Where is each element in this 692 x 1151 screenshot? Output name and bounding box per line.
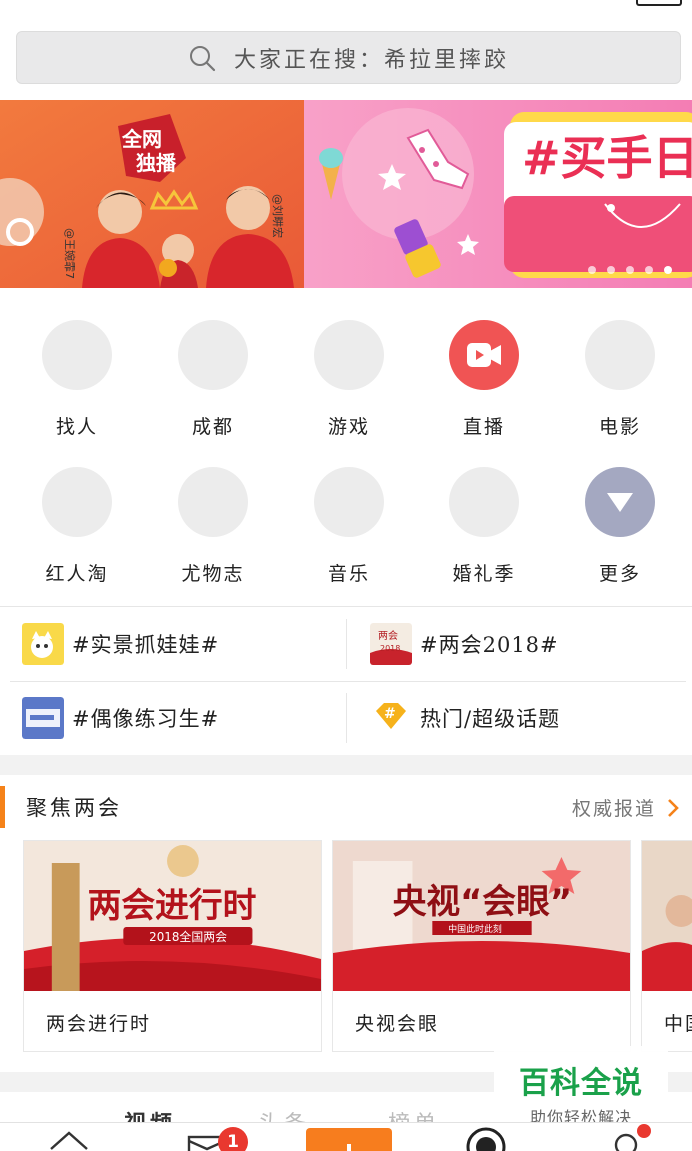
thumb-title: 两会进行时 [88, 886, 257, 925]
focus-card[interactable]: 两会进行时 2018全国两会 两会进行时 [23, 840, 322, 1052]
more-triangle-icon [585, 467, 655, 537]
grid-item-wedding[interactable]: 婚礼季 [416, 467, 552, 586]
thumb-title: 央视“会眼” [393, 882, 572, 921]
card-caption: 两会进行时 [46, 1013, 152, 1035]
grid-label: 音乐 [327, 563, 370, 585]
compose-button[interactable] [306, 1128, 392, 1151]
banner-headline: #买手日 [522, 131, 692, 185]
icon-text: 两会 [378, 629, 398, 642]
discover-icon[interactable] [464, 1123, 508, 1151]
grid-item-live[interactable]: 直播 [416, 320, 552, 439]
card-caption: 央视会眼 [355, 1013, 440, 1035]
section-title: 聚焦两会 [26, 796, 122, 820]
divider [346, 619, 347, 669]
grid-label: 更多 [598, 563, 641, 585]
tag-right: @刘畊宏 [271, 194, 285, 238]
placeholder-icon [42, 320, 112, 390]
topic-idol-trainee[interactable]: #偶像练习生# [22, 681, 219, 755]
topic-text: 热门/超级话题 [420, 707, 561, 731]
grid-item-influencer-shop[interactable]: 红人淘 [9, 467, 145, 586]
idol-trainee-icon [22, 697, 64, 739]
home-icon[interactable] [48, 1123, 90, 1151]
watermark-title: 百科全说 [519, 1066, 643, 1101]
grid-item-chengdu[interactable]: 成都 [145, 320, 281, 439]
card-thumbnail [642, 841, 692, 991]
search-bar[interactable]: 大家正在搜：希拉里摔跤 [16, 31, 681, 84]
divider [10, 681, 686, 682]
placeholder-icon [178, 467, 248, 537]
topic-claw-machine[interactable]: #实景抓娃娃# [22, 607, 219, 681]
banner-carousel[interactable]: 全网 独播 @王婉霏7 @刘畊宏 #买手日 [0, 100, 692, 288]
topic-list: #实景抓娃娃# 两会 2018 #两会2018# #偶像练习生# # 热门/超级… [0, 607, 692, 755]
grid-item-music[interactable]: 音乐 [281, 467, 417, 586]
grid-label: 找人 [55, 416, 98, 438]
topic-lianghui-2018[interactable]: 两会 2018 #两会2018# [370, 607, 559, 681]
topic-text: #两会2018# [420, 633, 559, 657]
hashtag-diamond-icon: # [376, 703, 406, 729]
grid-label: 尤物志 [181, 563, 245, 585]
badge-line-1: 全网 [121, 127, 162, 151]
card-caption: 中国 [664, 1013, 692, 1035]
banner-slide-2[interactable]: #买手日 [304, 100, 692, 288]
card-thumbnail: 央视“会眼” 中国此时此刻 [333, 841, 630, 991]
bottom-nav: 1 [0, 1122, 692, 1151]
svg-text:#: # [384, 706, 396, 722]
grid-item-more[interactable]: 更多 [552, 467, 688, 586]
grid-label: 成都 [191, 416, 234, 438]
section-accent-bar [0, 786, 5, 828]
topic-text: #实景抓娃娃# [72, 633, 220, 657]
battery-icon [636, 0, 682, 6]
status-bar [0, 0, 692, 14]
banner-slide-1[interactable]: 全网 独播 @王婉霏7 @刘畊宏 [0, 100, 304, 288]
thumb-subtitle: 中国此时此刻 [448, 923, 502, 935]
grid-item-youwuzhi[interactable]: 尤物志 [145, 467, 281, 586]
focus-card[interactable]: 央视“会眼” 中国此时此刻 央视会眼 [332, 840, 631, 1052]
tag-left: @王婉霏7 [63, 228, 77, 279]
topic-text: #偶像练习生# [72, 707, 220, 731]
placeholder-icon [314, 467, 384, 537]
profile-icon[interactable] [608, 1123, 652, 1151]
grid-label: 游戏 [327, 416, 370, 438]
lianghui-2018-icon: 两会 2018 [370, 623, 412, 665]
thumb-subtitle: 2018全国两会 [149, 929, 227, 944]
placeholder-icon [449, 467, 519, 537]
search-placeholder: 大家正在搜：希拉里摔跤 [233, 47, 509, 73]
grid-item-find-people[interactable]: 找人 [9, 320, 145, 439]
divider [346, 693, 347, 743]
placeholder-icon [42, 467, 112, 537]
placeholder-icon [314, 320, 384, 390]
icon-text: 2018 [380, 644, 400, 653]
grid-label: 婚礼季 [452, 563, 516, 585]
grid-label: 直播 [462, 416, 505, 438]
section-gap [0, 755, 692, 775]
chevron-right-icon[interactable] [666, 798, 680, 818]
plus-icon [347, 1144, 351, 1151]
section-header-focus: 聚焦两会 权威报道 [0, 786, 692, 828]
badge-line-2: 独播 [136, 151, 177, 175]
search-icon [189, 45, 216, 71]
section-more-link[interactable]: 权威报道 [572, 794, 656, 821]
live-video-icon [449, 320, 519, 390]
grid-item-movies[interactable]: 电影 [552, 320, 688, 439]
cartoon-cat-icon [22, 623, 64, 665]
placeholder-icon [178, 320, 248, 390]
watermark-logo: 百科全说 助你轻松解决 [494, 1046, 668, 1127]
grid-label: 电影 [598, 416, 641, 438]
card-thumbnail: 两会进行时 2018全国两会 [24, 841, 321, 991]
grid-label: 红人淘 [45, 563, 109, 585]
grid-item-games[interactable]: 游戏 [281, 320, 417, 439]
focus-card[interactable]: 中国 [641, 840, 692, 1052]
topic-hot-super[interactable]: # 热门/超级话题 [370, 681, 560, 755]
message-count-badge: 1 [218, 1127, 248, 1151]
placeholder-icon [585, 320, 655, 390]
